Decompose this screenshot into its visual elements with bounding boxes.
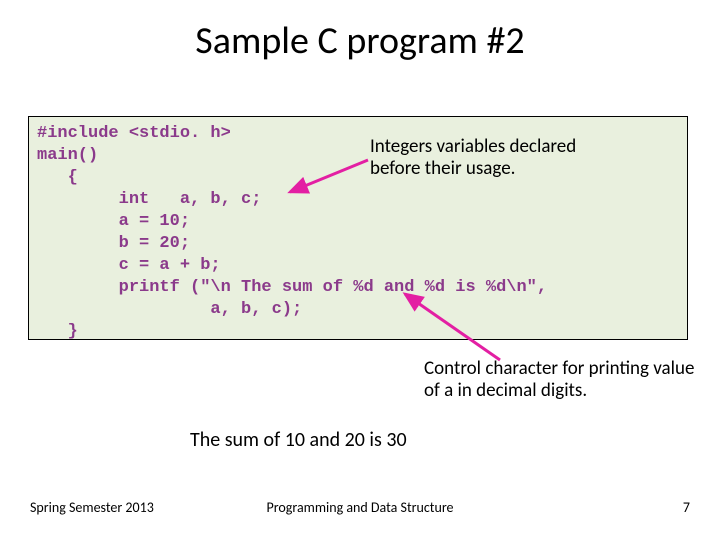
program-output: The sum of 10 and 20 is 30 [190, 428, 407, 452]
annotation-int-declared: Integers variables declared before their… [370, 136, 630, 180]
slide-number: 7 [683, 499, 690, 516]
annotation-control-char: Control character for printing value of … [424, 358, 714, 402]
slide-title: Sample C program #2 [0, 18, 720, 64]
footer-center: Programming and Data Structure [0, 499, 720, 516]
slide: Sample C program #2 #include <stdio. h> … [0, 0, 720, 540]
